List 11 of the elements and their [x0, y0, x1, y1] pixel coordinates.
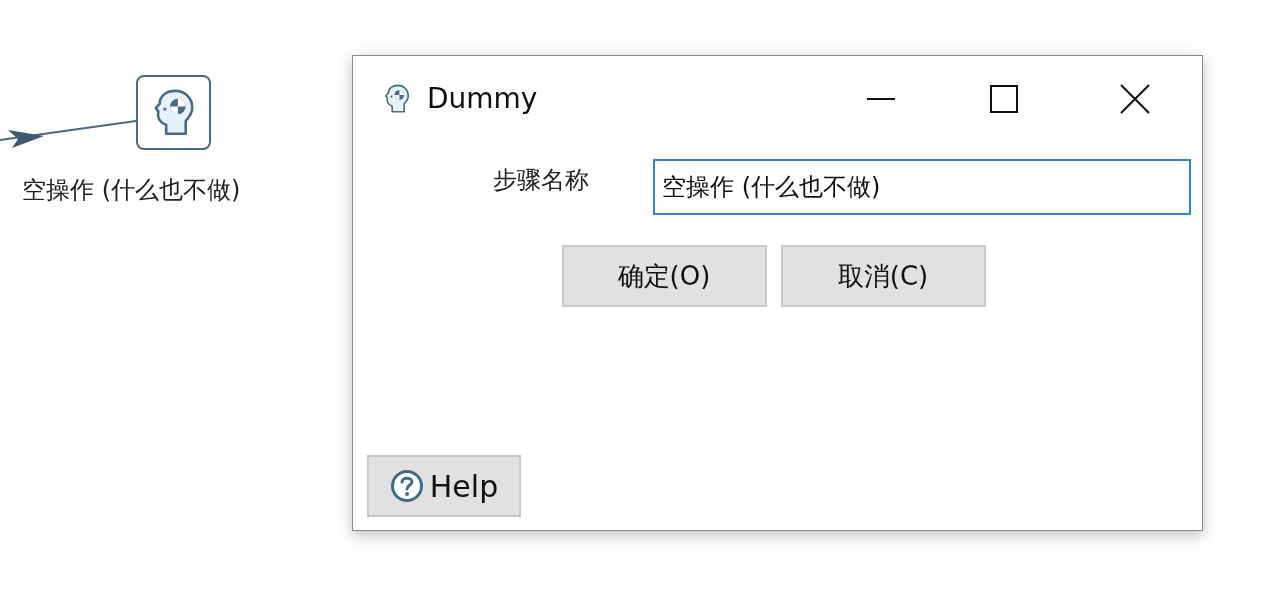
- ok-button[interactable]: 确定(O): [561, 245, 767, 307]
- close-icon[interactable]: [1120, 83, 1150, 114]
- step-label: 空操作 (什么也不做): [22, 175, 241, 206]
- step-name-field[interactable]: 空操作 (什么也不做): [653, 159, 1191, 215]
- help-button[interactable]: Help: [367, 455, 521, 517]
- cancel-button[interactable]: 取消(C): [780, 245, 986, 307]
- help-icon: [389, 469, 424, 503]
- maximize-icon[interactable]: [990, 84, 1018, 113]
- field-label: 步骤名称: [493, 165, 590, 196]
- step-node[interactable]: [136, 75, 211, 150]
- window-title: Dummy: [427, 80, 538, 117]
